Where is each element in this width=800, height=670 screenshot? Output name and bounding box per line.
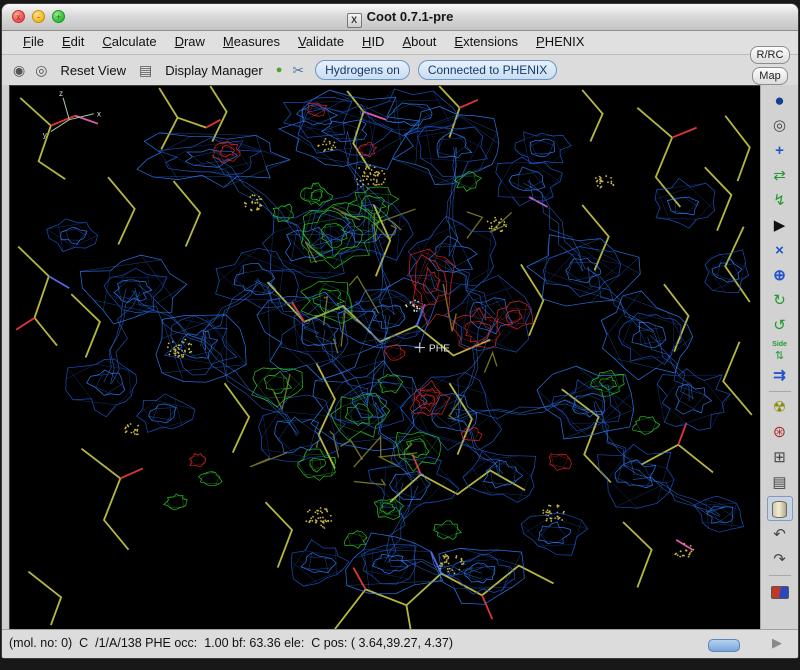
atom-icon[interactable]: ⊕	[766, 263, 794, 288]
panel-icon[interactable]: ▤	[766, 470, 794, 495]
menu-draw[interactable]: Draw	[166, 31, 214, 54]
status-bar: (mol. no: 0) C /1/A/138 PHE occ: 1.00 bf…	[2, 629, 798, 658]
radiation-icon[interactable]: ☢	[766, 395, 794, 420]
reset-view-icon[interactable]: ◉	[10, 62, 28, 79]
scrollbar-thumb[interactable]	[708, 639, 740, 652]
menu-hid[interactable]: HID	[353, 31, 393, 54]
x11-app-icon: X	[347, 13, 362, 28]
menu-bar: FileEditCalculateDrawMeasuresValidateHID…	[2, 31, 798, 55]
molecule-scene[interactable]: x z y PHE	[10, 86, 760, 629]
rotate-ccw-icon[interactable]: ↺	[766, 313, 794, 338]
mutate-icon[interactable]: ⊛	[766, 420, 794, 445]
svg-text:y: y	[43, 131, 47, 140]
main-area: x z y PHE ● ◎ + ⇄ ↯ ▶ × ⊕ ↻ ↺ Side⇅ ⇉	[2, 85, 798, 630]
play-icon[interactable]: ▶	[766, 213, 794, 238]
svg-text:x: x	[97, 110, 101, 119]
residue-label: PHE	[429, 344, 450, 355]
swap-arrows-icon[interactable]: ⇄	[766, 163, 794, 188]
rrc-button[interactable]: R/RC	[750, 46, 790, 64]
toolbar-overflow-icon[interactable]: ▶	[772, 635, 782, 651]
eraser-cylinder-icon[interactable]	[767, 496, 793, 521]
hydrogens-toggle-button[interactable]: Hydrogens on	[315, 60, 410, 80]
side-chain-icon[interactable]: Side⇅	[766, 338, 794, 363]
menu-validate[interactable]: Validate	[289, 31, 353, 54]
rotate-cw-icon[interactable]: ↻	[766, 288, 794, 313]
window-title: XCoot 0.7.1-pre	[2, 4, 798, 30]
menu-edit[interactable]: Edit	[53, 31, 93, 54]
redo-icon[interactable]: ↷	[766, 547, 794, 572]
flag-icon[interactable]	[766, 579, 794, 604]
cylinder-shape	[772, 501, 787, 518]
title-bar[interactable]: x - + XCoot 0.7.1-pre	[2, 4, 798, 31]
refine-zigzag-icon[interactable]: ↯	[766, 188, 794, 213]
menu-calculate[interactable]: Calculate	[93, 31, 165, 54]
recenter-icon[interactable]: ◎	[32, 62, 50, 79]
translate-icon[interactable]: +	[766, 138, 794, 163]
phenix-connection-button[interactable]: Connected to PHENIX	[418, 60, 557, 80]
go-to-ligand-icon[interactable]: ●	[273, 64, 286, 76]
display-manager-icon: ▤	[136, 62, 155, 79]
main-toolbar: ◉ ◎ Reset View ▤ Display Manager ● ✂ Hyd…	[2, 55, 798, 86]
right-toolbar: ● ◎ + ⇄ ↯ ▶ × ⊕ ↻ ↺ Side⇅ ⇉ ☢ ⊛ ⊞ ▤ ↶ ↷	[760, 85, 798, 630]
traffic-lights: x - +	[12, 10, 65, 23]
close-button[interactable]: x	[12, 10, 25, 23]
flag-shape	[771, 586, 789, 599]
left-gutter	[2, 85, 9, 630]
mol-layer	[16, 86, 752, 629]
display-manager-button[interactable]: Display Manager	[159, 61, 269, 80]
toolbar-separator	[769, 575, 791, 576]
status-text: (mol. no: 0) C /1/A/138 PHE occ: 1.00 bf…	[9, 636, 453, 650]
double-arrow-icon[interactable]: ⇉	[766, 363, 794, 388]
undo-icon[interactable]: ↶	[766, 522, 794, 547]
clock-icon[interactable]: ◎	[766, 113, 794, 138]
map-button[interactable]: Map	[752, 67, 788, 85]
delete-icon[interactable]: ×	[766, 238, 794, 263]
menu-measures[interactable]: Measures	[214, 31, 289, 54]
menu-file[interactable]: File	[14, 31, 53, 54]
menu-phenix[interactable]: PHENIX	[527, 31, 593, 54]
reset-view-button[interactable]: Reset View	[54, 61, 132, 80]
molecule-canvas[interactable]: x z y PHE	[9, 85, 760, 630]
minimize-button[interactable]: -	[32, 10, 45, 23]
add-box-icon[interactable]: ⊞	[766, 445, 794, 470]
menu-extensions[interactable]: Extensions	[445, 31, 527, 54]
menu-about[interactable]: About	[393, 31, 445, 54]
rotation-center-cross	[415, 343, 425, 353]
coot-window: x - + XCoot 0.7.1-pre FileEditCalculateD…	[1, 3, 799, 659]
axes-gizmo: x z y	[43, 89, 101, 139]
model-sphere-icon[interactable]: ●	[766, 88, 794, 113]
toolbar-separator	[769, 391, 791, 392]
zoom-button[interactable]: +	[52, 10, 65, 23]
scissors-icon[interactable]: ✂	[289, 62, 307, 79]
svg-text:z: z	[59, 89, 63, 98]
